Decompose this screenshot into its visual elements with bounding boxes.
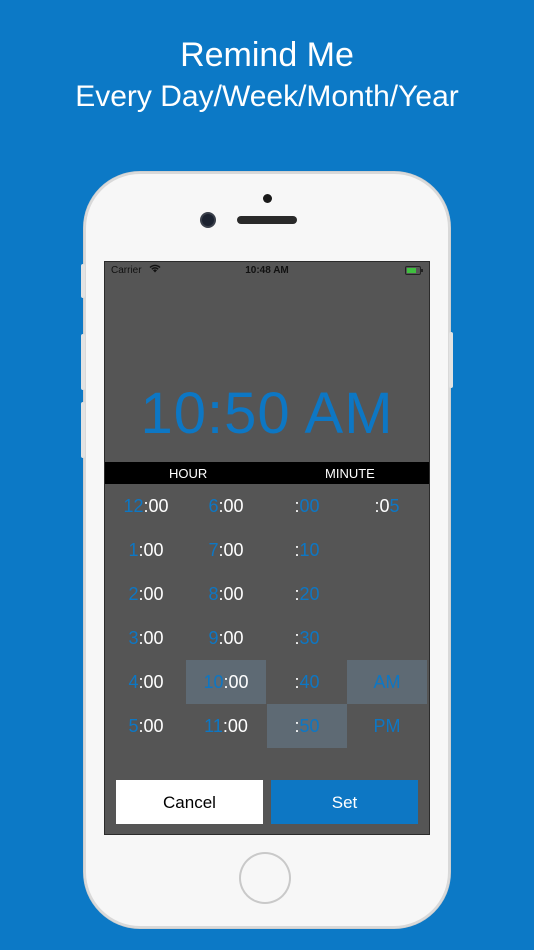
selected-time-display: 10:50 AM <box>140 381 394 446</box>
picker-header: HOUR MINUTE <box>105 462 429 484</box>
app-screen: Carrier 10:48 AM 10:50 AM HOUR MINUTE 12… <box>105 262 429 834</box>
minute-option-selected[interactable]: :50 <box>267 704 347 748</box>
volume-down-button <box>81 402 85 458</box>
hour-option[interactable]: 2:00 <box>106 572 186 616</box>
hour-header: HOUR <box>169 466 208 481</box>
minute-header: MINUTE <box>325 466 375 481</box>
earpiece-speaker <box>237 216 297 224</box>
minute-option[interactable]: :00 <box>267 484 347 528</box>
power-button <box>449 332 453 388</box>
headline-subtitle: Every Day/Week/Month/Year <box>75 80 459 113</box>
hour-option[interactable]: 11:00 <box>186 704 266 748</box>
hour-option[interactable]: 3:00 <box>106 616 186 660</box>
minute-option[interactable]: :40 <box>267 660 347 704</box>
hour-option[interactable]: 12:00 <box>106 484 186 528</box>
am-option[interactable]: AM <box>347 660 427 704</box>
hour-option[interactable]: 7:00 <box>186 528 266 572</box>
hour-option[interactable]: 5:00 <box>106 704 186 748</box>
hour-option[interactable]: 9:00 <box>186 616 266 660</box>
headline-title: Remind Me <box>180 36 354 74</box>
mute-switch <box>81 264 85 298</box>
hour-option[interactable]: 1:00 <box>106 528 186 572</box>
hour-option[interactable]: 6:00 <box>186 484 266 528</box>
battery-icon <box>405 266 423 275</box>
status-time: 10:48 AM <box>245 265 289 276</box>
home-button[interactable] <box>239 852 291 904</box>
hour-option[interactable]: 4:00 <box>106 660 186 704</box>
set-button[interactable]: Set <box>271 780 418 824</box>
minute-option[interactable]: :20 <box>267 572 347 616</box>
pm-option[interactable]: PM <box>347 704 427 748</box>
hour-option[interactable]: 8:00 <box>186 572 266 616</box>
proximity-sensor <box>263 194 272 203</box>
front-camera-icon <box>202 214 214 226</box>
hour-option-selected[interactable]: 10:00 <box>186 660 266 704</box>
time-picker-grid: 12:00 1:00 2:00 3:00 4:00 5:00 6:00 7:00… <box>105 484 429 750</box>
status-bar: Carrier 10:48 AM <box>105 262 429 278</box>
volume-up-button <box>81 334 85 390</box>
cancel-button[interactable]: Cancel <box>116 780 263 824</box>
minute-option[interactable]: :30 <box>267 616 347 660</box>
minute-option[interactable]: :10 <box>267 528 347 572</box>
minute-offset-option[interactable]: :05 <box>347 484 427 528</box>
